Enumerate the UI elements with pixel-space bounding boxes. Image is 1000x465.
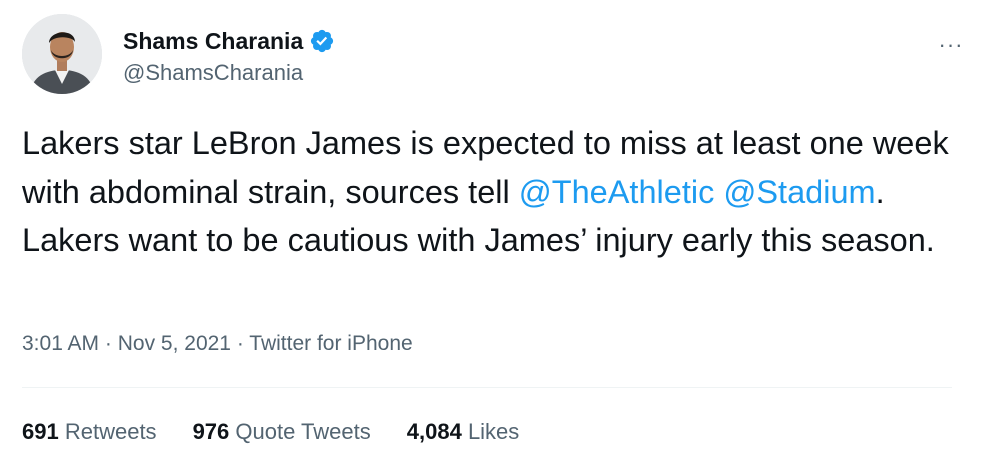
avatar[interactable] [22,14,102,94]
retweets-label: Retweets [64,419,157,444]
tweet-card: Shams Charania @ShamsCharania ··· Lakers… [0,0,1000,465]
likes-label: Likes [467,419,520,444]
likes-stat[interactable]: 4,084 Likes [407,418,520,446]
tweet-source[interactable]: Twitter for iPhone [249,332,412,355]
quote-tweets-stat[interactable]: 976 Quote Tweets [193,418,371,446]
name-row: Shams Charania [123,27,335,55]
tweet-text: Lakers star LeBron James is expected to … [22,119,962,265]
retweets-stat[interactable]: 691 Retweets [22,418,157,446]
likes-count: 4,084 [406,419,462,444]
quote-tweets-label: Quote Tweets [235,419,371,444]
meta-separator: · [230,332,250,355]
user-handle[interactable]: @ShamsCharania [123,60,303,86]
profile-photo-icon [22,14,102,94]
tweet-stats: 691 Retweets 976 Quote Tweets 4,084 Like… [22,418,519,446]
display-name[interactable]: Shams Charania [123,27,303,55]
meta-separator: · [99,332,118,355]
mention-theathletic[interactable]: @TheAthletic [519,174,715,210]
verified-badge-icon [309,28,335,54]
tweet-date[interactable]: Nov 5, 2021 [118,332,231,355]
more-horizontal-icon[interactable]: ··· [934,33,968,57]
tweet-meta: 3:01 AM · Nov 5, 2021 · Twitter for iPho… [22,330,413,358]
tweet-time[interactable]: 3:01 AM [22,332,99,355]
quote-tweets-count: 976 [192,419,230,444]
mention-stadium[interactable]: @Stadium [723,174,875,210]
divider [22,387,952,388]
tweet-header: Shams Charania @ShamsCharania ··· [22,14,982,94]
retweets-count: 691 [22,419,59,444]
